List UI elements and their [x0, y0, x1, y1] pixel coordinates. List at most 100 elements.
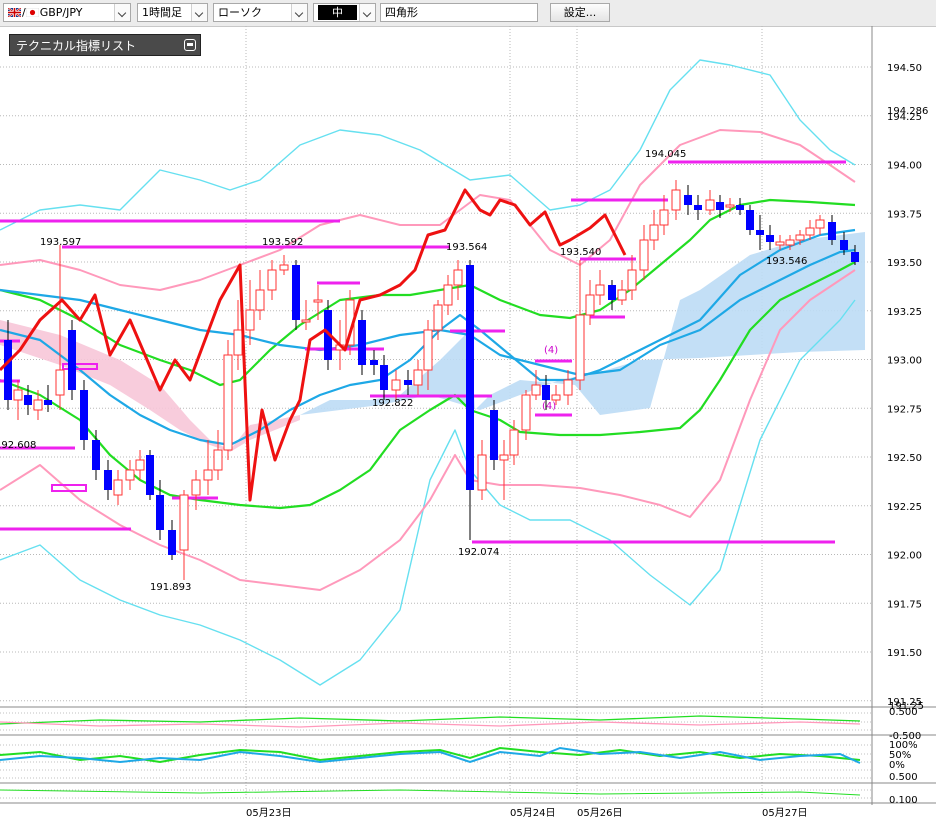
price-tick: 193.25: [887, 307, 922, 318]
bear-candle: [146, 455, 154, 495]
price-tick: 194.00: [887, 161, 922, 172]
bull-candle: [531, 384, 541, 396]
price-tick: 192.75: [887, 404, 922, 415]
bull-candle: [113, 479, 123, 496]
uk-flag-icon: [8, 7, 21, 17]
bull-candle: [671, 189, 681, 211]
bull-candle: [805, 227, 815, 236]
price-annotation: 193.540: [560, 247, 601, 258]
bull-candle: [725, 204, 735, 208]
bull-candle: [191, 479, 201, 496]
bear-candle: [404, 380, 412, 385]
bear-candle: [828, 222, 836, 240]
chevron-down-icon[interactable]: [114, 4, 130, 21]
bear-candle: [156, 495, 164, 530]
line-width-select[interactable]: 中: [313, 3, 376, 22]
bull-candle: [125, 469, 135, 481]
bear-candle: [466, 265, 474, 490]
price-tick: 192.00: [887, 551, 922, 562]
bear-candle: [4, 340, 12, 400]
price-annotation: 193.564: [446, 242, 487, 253]
bull-candle: [551, 394, 561, 401]
bear-candle: [766, 235, 774, 242]
chart-style-value: ローソク: [218, 6, 262, 19]
price-annotation: 194.045: [645, 149, 686, 160]
settings-button[interactable]: 設定...: [550, 3, 610, 22]
price-annotation: 191.893: [150, 582, 191, 593]
time-axis: 05月23日 05月24日 05月26日 05月27日: [246, 807, 807, 819]
bear-candle: [716, 202, 724, 210]
bull-candle: [617, 289, 627, 301]
bear-candle: [608, 285, 616, 300]
oscillator-line: [0, 721, 861, 728]
line-width-value: 中: [318, 5, 357, 20]
bull-candle: [203, 469, 213, 481]
bull-candle: [509, 429, 519, 456]
bull-candle: [233, 329, 243, 356]
bear-candle: [756, 230, 764, 235]
bull-candle: [391, 379, 401, 391]
chevron-down-icon[interactable]: [191, 4, 207, 21]
bull-candle: [659, 209, 669, 226]
bear-candle: [380, 365, 388, 390]
bear-candle: [358, 320, 366, 365]
symbol-value: GBP/JPY: [39, 6, 83, 19]
bull-candle: [705, 199, 715, 211]
bear-candle: [370, 360, 378, 365]
price-tick: 193.75: [887, 209, 922, 220]
bear-candle: [292, 265, 300, 320]
bull-candle: [179, 494, 189, 551]
lower-indicator-line: [0, 789, 861, 796]
time-label: 05月26日: [577, 807, 622, 819]
bull-candle: [223, 354, 233, 451]
chevron-down-icon[interactable]: [359, 4, 375, 21]
bull-candle: [453, 269, 463, 286]
bear-candle: [840, 240, 848, 250]
price-tick: 193.00: [887, 356, 922, 367]
box-marker: [51, 484, 87, 492]
bull-candle: [595, 284, 605, 296]
subpanel-tick: 0.100: [889, 795, 918, 806]
bull-candle: [301, 319, 311, 323]
subpanel-tick: 0.500: [889, 772, 918, 783]
time-label: 05月23日: [246, 807, 291, 819]
price-tick: 194.50: [887, 63, 922, 74]
price-tick: 191.25: [889, 701, 924, 712]
bear-candle: [80, 390, 88, 440]
shape-tool-field[interactable]: 四角形: [380, 3, 538, 22]
price-annotation: 193.592: [262, 237, 303, 248]
timeframe-value: 1時間足: [142, 6, 182, 19]
timeframe-select[interactable]: 1時間足: [137, 3, 208, 22]
chart-grid: [0, 26, 873, 805]
wave-label: (4): [542, 401, 556, 412]
bear-candle: [684, 195, 692, 205]
bull-candle: [649, 224, 659, 241]
bull-candle: [639, 239, 649, 271]
price-tick: 192.50: [887, 453, 922, 464]
subpanel-tick: 0%: [889, 760, 905, 771]
bull-candle: [563, 379, 573, 396]
bear-candle: [746, 210, 754, 230]
chart-style-select[interactable]: ローソク: [213, 3, 308, 22]
bull-candle: [575, 314, 585, 381]
bull-candle: [267, 269, 277, 291]
symbol-select[interactable]: / GBP/JPY: [3, 3, 131, 22]
price-annotation: 192.608: [0, 440, 36, 451]
price-chart[interactable]: 193.597 193.592 193.564 193.540 193.546 194.0…: [0, 26, 936, 822]
bull-candle: [499, 454, 509, 461]
bear-candle: [68, 330, 76, 390]
bear-candle: [92, 440, 100, 470]
bull-candle: [213, 449, 223, 471]
bull-candle: [33, 399, 43, 411]
chevron-down-icon[interactable]: [291, 4, 307, 21]
bull-candle: [255, 289, 265, 311]
bull-candle: [433, 304, 443, 331]
bull-candle: [55, 369, 65, 396]
oscillator-line: [0, 715, 861, 725]
bear-candle: [851, 252, 859, 262]
price-annotation: 192.822: [372, 398, 413, 409]
bull-candle: [135, 459, 145, 471]
bear-candle: [168, 530, 176, 555]
bull-candle: [521, 394, 531, 431]
price-tick: 192.25: [887, 502, 922, 513]
